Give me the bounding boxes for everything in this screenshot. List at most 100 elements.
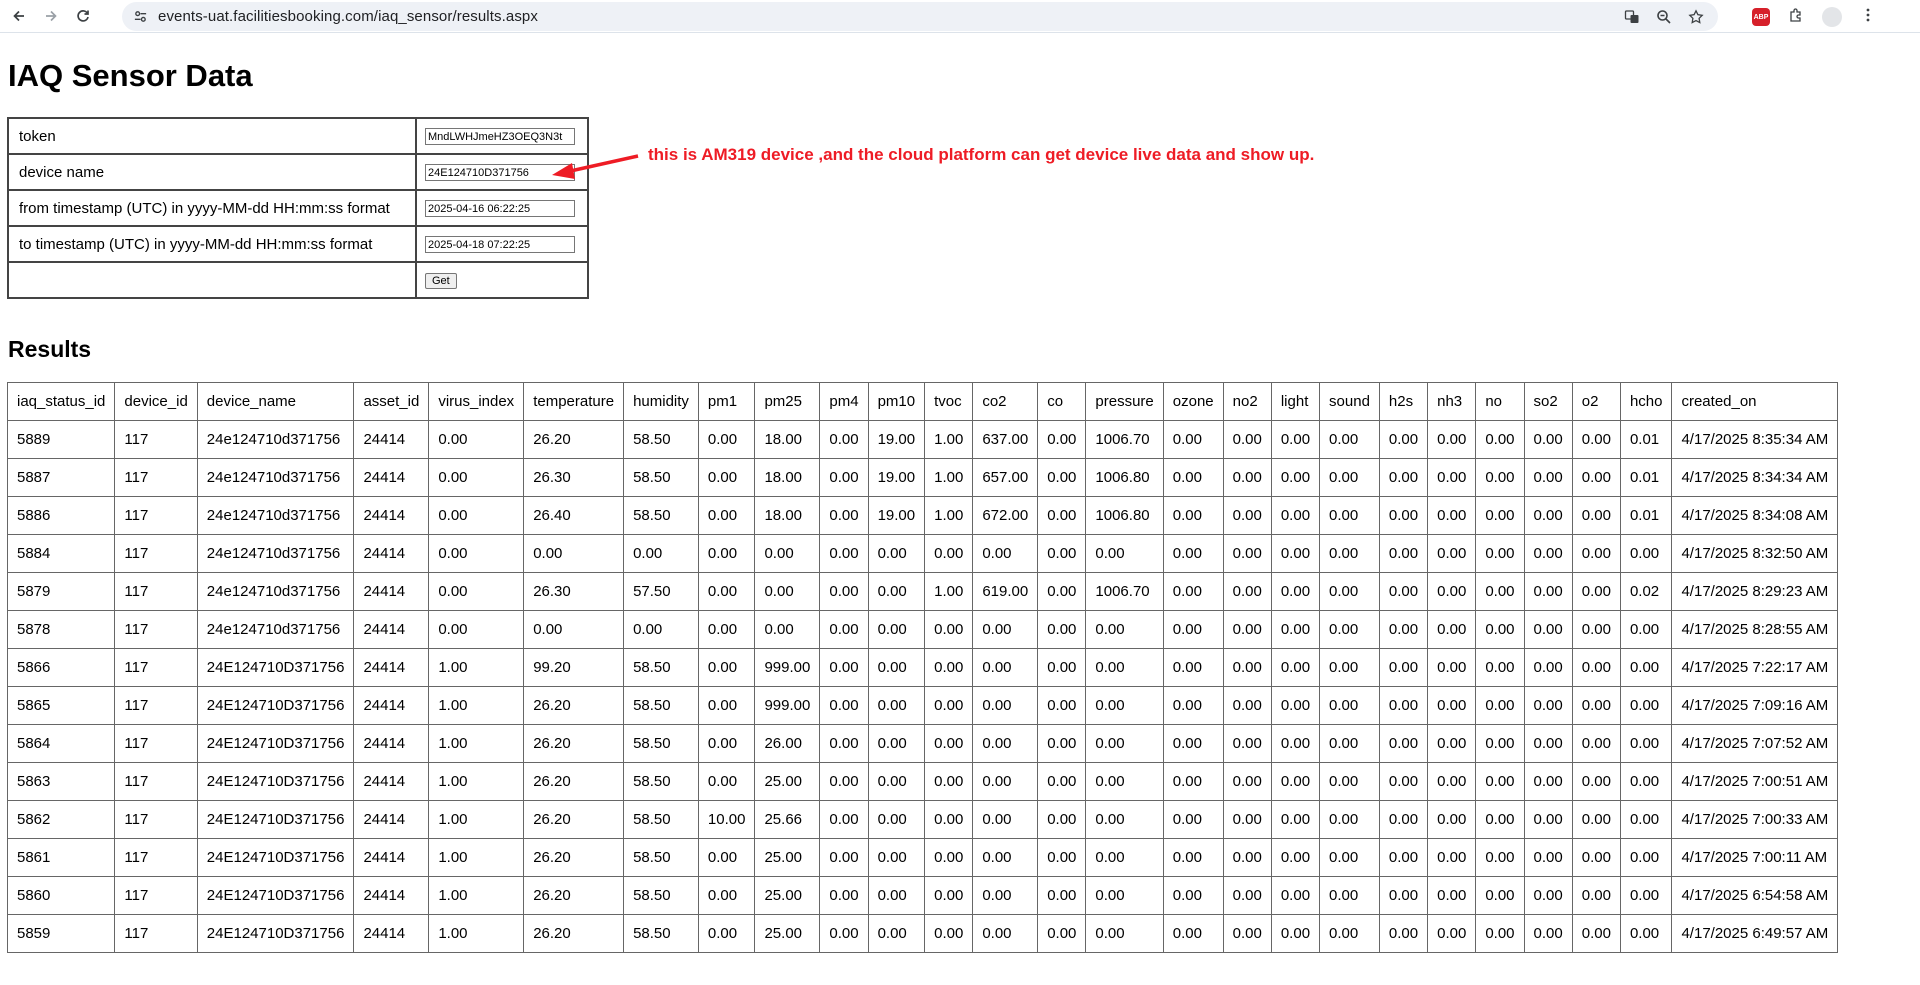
- cell-iaq-status-id: 5864: [6, 724, 116, 763]
- cell-nh3: 0.00: [1427, 724, 1477, 763]
- page-title: IAQ Sensor Data: [8, 58, 253, 93]
- cell-pm1: 0.00: [697, 458, 756, 497]
- profile-avatar-icon[interactable]: [1822, 7, 1842, 27]
- back-icon[interactable]: [6, 3, 32, 29]
- cell-temperature: 99.20: [523, 648, 625, 687]
- table-row: 5860 117 24E124710D371756 24414 1.00 26.20 58.…: [6, 876, 1839, 915]
- cell-temperature: 26.20: [523, 420, 625, 459]
- cell-humidity: 58.50: [623, 458, 699, 497]
- column-header-device-name: device_name: [196, 382, 355, 421]
- cell-pm10: 19.00: [867, 420, 926, 459]
- cell-humidity: 58.50: [623, 876, 699, 915]
- address-bar[interactable]: events-uat.facilitiesbooking.com/iaq_sen…: [122, 2, 1718, 31]
- table-row: 5866 117 24E124710D371756 24414 1.00 99.20 58.…: [6, 648, 1839, 687]
- reload-icon[interactable]: [70, 3, 96, 29]
- cell-no2: 0.00: [1222, 458, 1272, 497]
- column-header-co: co: [1037, 382, 1087, 421]
- column-header-pm25: pm25: [754, 382, 821, 421]
- cell-h2s: 0.00: [1378, 420, 1429, 459]
- zoom-icon[interactable]: [1654, 7, 1674, 27]
- to-timestamp-input[interactable]: [425, 236, 575, 254]
- cell-asset-id: 24414: [353, 838, 430, 877]
- cell-pm4: 0.00: [819, 572, 869, 611]
- cell-iaq-status-id: 5886: [6, 496, 116, 535]
- bookmark-star-icon[interactable]: [1686, 7, 1706, 27]
- cell-no: 0.00: [1475, 800, 1525, 839]
- site-settings-icon[interactable]: [132, 9, 148, 25]
- cell-pm25: 18.00: [754, 496, 821, 535]
- cell-pressure: 0.00: [1085, 876, 1164, 915]
- from-timestamp-label: from timestamp (UTC) in yyyy-MM-dd HH:mm…: [7, 189, 417, 227]
- cell-hcho: 0.02: [1619, 572, 1673, 611]
- cell-hcho: 0.00: [1619, 762, 1673, 801]
- cell-co: 0.00: [1037, 762, 1087, 801]
- cell-iaq-status-id: 5878: [6, 610, 116, 649]
- get-button[interactable]: Get: [425, 273, 457, 289]
- cell-tvoc: 0.00: [924, 648, 974, 687]
- cell-hcho: 0.01: [1619, 420, 1673, 459]
- cell-virus-index: 1.00: [428, 686, 525, 725]
- column-header-no: no: [1475, 382, 1525, 421]
- cell-humidity: 0.00: [623, 610, 699, 649]
- cell-device-id: 117: [114, 686, 198, 725]
- column-header-nh3: nh3: [1427, 382, 1477, 421]
- cell-o2: 0.00: [1571, 648, 1621, 687]
- cell-h2s: 0.00: [1378, 838, 1429, 877]
- cell-device-name: 24e124710d371756: [196, 572, 355, 611]
- cell-pm10: 0.00: [867, 686, 926, 725]
- cell-sound: 0.00: [1319, 610, 1380, 649]
- cell-device-name: 24e124710d371756: [196, 496, 355, 535]
- cell-no2: 0.00: [1222, 420, 1272, 459]
- cell-co: 0.00: [1037, 914, 1087, 953]
- more-menu-icon[interactable]: [1860, 7, 1876, 28]
- table-body: 5889 117 24e124710d371756 24414 0.00 26.20 58.…: [6, 420, 1839, 953]
- adblock-extension-icon[interactable]: ABP: [1752, 8, 1770, 26]
- cell-pressure: 0.00: [1085, 610, 1164, 649]
- forward-icon[interactable]: [38, 3, 64, 29]
- cell-hcho: 0.00: [1619, 648, 1673, 687]
- cell-pm1: 0.00: [697, 724, 756, 763]
- cell-asset-id: 24414: [353, 762, 430, 801]
- cell-o2: 0.00: [1571, 420, 1621, 459]
- cell-sound: 0.00: [1319, 686, 1380, 725]
- cell-light: 0.00: [1270, 572, 1321, 611]
- translate-icon[interactable]: [1622, 7, 1642, 27]
- cell-virus-index: 1.00: [428, 762, 525, 801]
- cell-h2s: 0.00: [1378, 572, 1429, 611]
- cell-no2: 0.00: [1222, 800, 1272, 839]
- token-input[interactable]: [425, 128, 575, 146]
- from-timestamp-input[interactable]: [425, 200, 575, 218]
- cell-device-id: 117: [114, 800, 198, 839]
- cell-device-name: 24e124710d371756: [196, 610, 355, 649]
- cell-no2: 0.00: [1222, 610, 1272, 649]
- cell-light: 0.00: [1270, 762, 1321, 801]
- cell-light: 0.00: [1270, 838, 1321, 877]
- cell-pm4: 0.00: [819, 876, 869, 915]
- cell-co2: 637.00: [972, 420, 1039, 459]
- cell-pm10: 0.00: [867, 800, 926, 839]
- cell-pm25: 18.00: [754, 458, 821, 497]
- cell-asset-id: 24414: [353, 876, 430, 915]
- cell-h2s: 0.00: [1378, 496, 1429, 535]
- cell-humidity: 0.00: [623, 534, 699, 573]
- cell-pressure: 0.00: [1085, 724, 1164, 763]
- extensions-puzzle-icon[interactable]: [1788, 7, 1804, 28]
- cell-asset-id: 24414: [353, 610, 430, 649]
- cell-ozone: 0.00: [1162, 610, 1224, 649]
- cell-co2: 0.00: [972, 724, 1039, 763]
- cell-created-on: 4/17/2025 7:00:51 AM: [1671, 762, 1839, 801]
- cell-h2s: 0.00: [1378, 876, 1429, 915]
- cell-pm1: 10.00: [697, 800, 756, 839]
- cell-so2: 0.00: [1523, 838, 1573, 877]
- cell-virus-index: 0.00: [428, 610, 525, 649]
- cell-device-id: 117: [114, 724, 198, 763]
- cell-pm25: 0.00: [754, 534, 821, 573]
- cell-light: 0.00: [1270, 686, 1321, 725]
- table-row: 5865 117 24E124710D371756 24414 1.00 26.20 58.…: [6, 686, 1839, 725]
- cell-no2: 0.00: [1222, 534, 1272, 573]
- cell-humidity: 58.50: [623, 420, 699, 459]
- cell-device-name: 24E124710D371756: [196, 914, 355, 953]
- cell-tvoc: 1.00: [924, 496, 974, 535]
- empty-cell: [7, 261, 417, 299]
- cell-pm25: 25.00: [754, 914, 821, 953]
